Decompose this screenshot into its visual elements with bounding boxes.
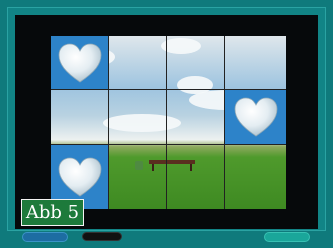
right-control-button[interactable] [264, 232, 310, 242]
memory-card-revealed[interactable] [51, 36, 109, 90]
memory-card-hidden[interactable] [167, 90, 225, 145]
score-counter [82, 232, 122, 241]
memory-card-hidden[interactable] [225, 145, 286, 209]
left-control-button[interactable] [22, 232, 68, 242]
memory-card-hidden[interactable] [167, 36, 225, 90]
memory-card-hidden[interactable] [167, 145, 225, 209]
stone-heart-icon [58, 43, 101, 82]
stone-heart-icon [58, 157, 101, 197]
stone-heart-icon [234, 97, 277, 137]
memory-card-hidden[interactable] [225, 36, 286, 90]
figure-label-badge: Abb 5 [21, 199, 84, 226]
memory-card-hidden[interactable] [109, 36, 167, 90]
memory-card-hidden[interactable] [109, 145, 167, 209]
memory-card-revealed[interactable] [225, 90, 286, 145]
memory-card-hidden[interactable] [109, 90, 167, 145]
memory-grid [51, 36, 286, 209]
memory-card-hidden[interactable] [51, 90, 109, 145]
